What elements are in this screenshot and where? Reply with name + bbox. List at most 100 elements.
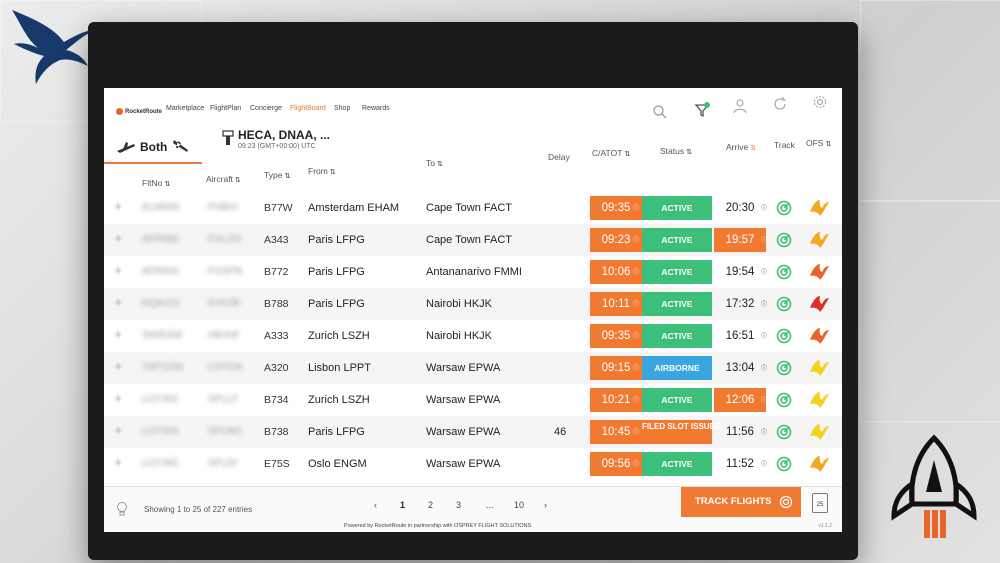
ofs-bird-icon[interactable] xyxy=(808,294,830,314)
nav-item-rewards[interactable]: Rewards xyxy=(362,105,390,112)
nav-item-marketplace[interactable]: Marketplace xyxy=(166,105,204,112)
table-row[interactable]: ✈ LOT482 SPLDI E75S Oslo ENGM Warsaw EPWA 09:5… xyxy=(104,448,842,480)
track-radar-icon[interactable] xyxy=(776,456,792,472)
arrival-time: 11:52 ⓘ xyxy=(714,452,767,476)
table-row[interactable]: ✈ SWR208 HBJHF A333 Zurich LSZH Nairobi HKJK 0… xyxy=(104,320,842,352)
prev-page-button[interactable]: ‹ xyxy=(374,500,377,510)
table-row[interactable]: ✈ KLM593 PHBVI B77W Amsterdam EHAM Cape Town … xyxy=(104,192,842,224)
atot-time: 10:21 ⓘ xyxy=(590,388,642,412)
info-icon: ⓘ xyxy=(760,430,767,436)
page-button-10[interactable]: 10 xyxy=(514,500,524,510)
ofs-bird-icon[interactable] xyxy=(808,422,830,442)
refresh-icon[interactable] xyxy=(772,96,788,112)
settings-gear-icon[interactable] xyxy=(812,94,828,110)
aircraft-type: A320 xyxy=(264,362,289,374)
info-icon: ⓘ xyxy=(632,398,639,404)
ofs-bird-icon[interactable] xyxy=(808,358,830,378)
col-header-type[interactable]: Type ⇅ xyxy=(264,170,290,180)
user-icon[interactable] xyxy=(732,98,748,114)
origin-airport: Paris LFPG xyxy=(308,266,365,278)
page-button-2[interactable]: 2 xyxy=(428,500,433,510)
col-header-to[interactable]: To ⇅ xyxy=(426,158,443,168)
table-row[interactable]: ✈ LOT452 SPLLF B734 Zurich LSZH Warsaw EPWA 10… xyxy=(104,384,842,416)
nav-item-flightboard[interactable]: FlightBoard xyxy=(290,105,326,112)
ofs-bird-icon[interactable] xyxy=(808,326,830,346)
info-icon: ⓘ xyxy=(632,206,639,212)
track-radar-icon[interactable] xyxy=(776,424,792,440)
table-row[interactable]: ✈ AFR990 FGLZO A343 Paris LFPG Cape Town FACT… xyxy=(104,224,842,256)
arrival-time: 12:06 ⓘ xyxy=(714,388,767,412)
origin-airport: Zurich LSZH xyxy=(308,330,370,342)
flight-number: TAP1234 xyxy=(142,362,183,373)
col-header-label: Aircraft xyxy=(206,174,233,184)
nav-item-shop[interactable]: Shop xyxy=(334,105,350,112)
nav-item-flightplan[interactable]: FlightPlan xyxy=(210,105,241,112)
table-row[interactable]: ✈ KQA113 5YKZB B788 Paris LFPG Nairobi HKJK 10… xyxy=(104,288,842,320)
sort-icon: ⇅ xyxy=(234,177,241,184)
brand-logo[interactable]: RocketRoute xyxy=(116,108,162,115)
col-header-arrive[interactable]: Arrive ⇅ xyxy=(726,142,756,152)
plane-icon: ✈ xyxy=(114,426,123,437)
arrive-value: 11:52 xyxy=(726,458,754,470)
aircraft-reg: FGLZO xyxy=(208,234,242,245)
col-header-label: Type xyxy=(264,170,283,180)
atot-value: 10:45 xyxy=(601,426,631,438)
track-radar-icon[interactable] xyxy=(776,296,792,312)
flight-number: KLM593 xyxy=(142,202,180,213)
col-header-aircraft[interactable]: Aircraft ⇅ xyxy=(206,174,241,184)
table-row[interactable]: ✈ TAP1234 CSTOA A320 Lisbon LPPT Warsaw EPWA 0… xyxy=(104,352,842,384)
track-radar-icon[interactable] xyxy=(776,200,792,216)
ofs-bird-icon[interactable] xyxy=(808,262,830,282)
info-icon: ⓘ xyxy=(760,238,767,244)
current-time-utc: 09:23 (GMT+00:00) UTC xyxy=(238,143,316,150)
arrival-time: 13:04 ⓘ xyxy=(714,356,767,380)
flight-board-screen: RocketRoute Marketplace FlightPlan Conci… xyxy=(104,88,842,532)
origin-airport: Paris LFPG xyxy=(308,234,365,246)
filter-icon[interactable] xyxy=(694,102,710,118)
page-button-1[interactable]: 1 xyxy=(400,500,405,510)
col-header-label: From xyxy=(308,166,328,176)
track-radar-icon[interactable] xyxy=(776,232,792,248)
lightbulb-icon[interactable] xyxy=(116,501,128,517)
track-radar-icon[interactable] xyxy=(776,360,792,376)
atot-value: 10:06 xyxy=(601,266,631,278)
track-radar-icon[interactable] xyxy=(776,392,792,408)
col-header-from[interactable]: From ⇅ xyxy=(308,166,336,176)
status-badge: ACTIVE xyxy=(642,260,712,284)
sort-icon: ⇅ xyxy=(284,173,291,180)
ofs-bird-icon[interactable] xyxy=(808,198,830,218)
arrive-value: 16:51 xyxy=(725,330,755,342)
arrivals-departures-toggle[interactable]: Both xyxy=(104,134,202,164)
col-header-atot[interactable]: C/ATOT ⇅ xyxy=(592,148,630,158)
flight-number: AFR990 xyxy=(142,234,179,245)
ofs-bird-icon[interactable] xyxy=(808,454,830,474)
col-header-fltno[interactable]: FltNo ⇅ xyxy=(142,178,170,188)
table-row[interactable]: ✈ LOT334 SPLWC B738 Paris LFPG Warsaw EPWA 46 1… xyxy=(104,416,842,448)
info-icon: ⓘ xyxy=(632,302,639,308)
nav-item-concierge[interactable]: Concierge xyxy=(250,105,282,112)
plane-icon: ✈ xyxy=(114,266,123,277)
col-header-status[interactable]: Status ⇅ xyxy=(660,146,692,156)
track-flights-button[interactable]: TRACK FLIGHTS xyxy=(681,487,801,517)
origin-airport: Paris LFPG xyxy=(308,298,365,310)
table-row[interactable]: ✈ AFR934 FGSPB B772 Paris LFPG Antananarivo F… xyxy=(104,256,842,288)
track-radar-icon[interactable] xyxy=(776,264,792,280)
arrive-value: 20:30 xyxy=(725,202,755,214)
export-document-button[interactable]: 25 xyxy=(812,493,828,513)
atot-time: 09:23 ⓘ xyxy=(590,228,642,252)
col-header-ofs[interactable]: OFS ⇅ xyxy=(806,138,831,148)
page-button-3[interactable]: 3 xyxy=(456,500,461,510)
track-radar-icon[interactable] xyxy=(776,328,792,344)
aircraft-reg: SPLWC xyxy=(208,426,243,437)
ofs-bird-icon[interactable] xyxy=(808,230,830,250)
ofs-bird-icon[interactable] xyxy=(808,390,830,410)
destination-airport: Cape Town FACT xyxy=(426,202,513,214)
aircraft-reg: PHBVI xyxy=(208,202,239,213)
next-page-button[interactable]: › xyxy=(544,500,547,510)
search-icon[interactable] xyxy=(652,104,668,120)
airport-selector[interactable]: HECA, DNAA, ... 09:23 (GMT+00:00) UTC xyxy=(222,128,382,156)
col-header-delay[interactable]: Delay xyxy=(548,152,570,162)
aircraft-type: A333 xyxy=(264,330,289,342)
aircraft-type: B772 xyxy=(264,266,289,278)
col-header-label: To xyxy=(426,158,435,168)
